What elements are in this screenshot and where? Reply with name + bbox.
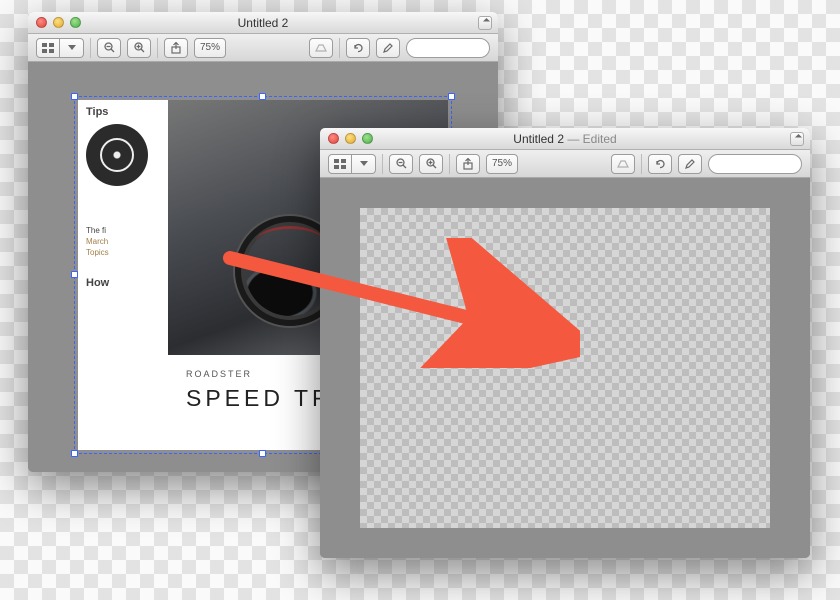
share-button[interactable] bbox=[164, 38, 188, 58]
resize-handle[interactable] bbox=[71, 271, 78, 278]
resize-handle[interactable] bbox=[71, 450, 78, 457]
zoom-label: 75% bbox=[200, 42, 220, 53]
highlighter-icon bbox=[315, 43, 327, 53]
zoom-out-icon bbox=[396, 158, 407, 169]
rotate-button[interactable] bbox=[346, 38, 370, 58]
chevron-down-icon bbox=[360, 161, 368, 167]
resize-handle[interactable] bbox=[71, 93, 78, 100]
close-icon[interactable] bbox=[328, 133, 339, 144]
zoom-in-icon bbox=[134, 42, 145, 53]
logo-circle bbox=[86, 124, 148, 186]
view-thumbnails-button[interactable] bbox=[36, 38, 60, 58]
view-list-button[interactable] bbox=[60, 38, 84, 58]
zoom-label: 75% bbox=[492, 158, 512, 169]
rotate-button[interactable] bbox=[648, 154, 672, 174]
resize-handle[interactable] bbox=[448, 93, 455, 100]
zoom-in-icon bbox=[426, 158, 437, 169]
titlebar[interactable]: Untitled 2 — Edited bbox=[320, 128, 810, 150]
highlight-button[interactable] bbox=[309, 38, 333, 58]
search-field[interactable] bbox=[708, 154, 803, 174]
highlighter-icon bbox=[617, 159, 629, 169]
share-icon bbox=[170, 42, 182, 54]
grid-icon bbox=[42, 43, 54, 53]
search-input[interactable] bbox=[719, 158, 810, 169]
separator bbox=[641, 154, 642, 174]
view-mode-group bbox=[36, 38, 84, 58]
zoom-in-button[interactable] bbox=[419, 154, 443, 174]
zoom-icon[interactable] bbox=[70, 17, 81, 28]
markup-button[interactable] bbox=[678, 154, 702, 174]
pencil-icon bbox=[684, 158, 696, 170]
pencil-icon bbox=[382, 42, 394, 54]
search-field[interactable] bbox=[406, 38, 491, 58]
minimize-icon[interactable] bbox=[53, 17, 64, 28]
traffic-lights bbox=[28, 17, 81, 28]
window-title: Untitled 2 bbox=[28, 16, 498, 30]
zoom-out-icon bbox=[104, 42, 115, 53]
preview-window-target: Untitled 2 — Edited 75% bbox=[320, 128, 810, 558]
separator bbox=[449, 154, 450, 174]
view-thumbnails-button[interactable] bbox=[328, 154, 352, 174]
share-icon bbox=[462, 158, 474, 170]
zoom-out-button[interactable] bbox=[389, 154, 413, 174]
fullscreen-button[interactable] bbox=[478, 16, 492, 30]
page-sidebar: Tips The fi March Topics How bbox=[78, 100, 168, 450]
zoom-out-button[interactable] bbox=[97, 38, 121, 58]
toolbar: 75% bbox=[28, 34, 498, 62]
view-list-button[interactable] bbox=[352, 154, 376, 174]
zoom-icon[interactable] bbox=[362, 133, 373, 144]
search-input[interactable] bbox=[417, 42, 498, 53]
sidebar-meta: Topics bbox=[86, 248, 160, 257]
sidebar-heading: Tips bbox=[86, 106, 160, 118]
chevron-down-icon bbox=[68, 45, 76, 51]
separator bbox=[339, 38, 340, 58]
resize-handle[interactable] bbox=[259, 93, 266, 100]
sidebar-meta: March bbox=[86, 237, 160, 246]
toolbar: 75% bbox=[320, 150, 810, 178]
highlight-button[interactable] bbox=[611, 154, 635, 174]
markup-button[interactable] bbox=[376, 38, 400, 58]
traffic-lights bbox=[320, 133, 373, 144]
sidebar-heading-2: How bbox=[86, 277, 160, 289]
canvas[interactable] bbox=[320, 178, 810, 558]
rotate-icon bbox=[654, 158, 666, 170]
resize-handle[interactable] bbox=[259, 450, 266, 457]
grid-icon bbox=[334, 159, 346, 169]
zoom-in-button[interactable] bbox=[127, 38, 151, 58]
zoom-level[interactable]: 75% bbox=[486, 154, 518, 174]
window-title: Untitled 2 — Edited bbox=[320, 132, 810, 146]
zoom-level[interactable]: 75% bbox=[194, 38, 226, 58]
fullscreen-button[interactable] bbox=[790, 132, 804, 146]
separator bbox=[90, 38, 91, 58]
rotate-icon bbox=[352, 42, 364, 54]
transparent-canvas[interactable] bbox=[360, 208, 770, 528]
minimize-icon[interactable] bbox=[345, 133, 356, 144]
close-icon[interactable] bbox=[36, 17, 47, 28]
titlebar[interactable]: Untitled 2 bbox=[28, 12, 498, 34]
separator bbox=[157, 38, 158, 58]
view-mode-group bbox=[328, 154, 376, 174]
sidebar-text: The fi bbox=[86, 226, 160, 235]
separator bbox=[382, 154, 383, 174]
share-button[interactable] bbox=[456, 154, 480, 174]
